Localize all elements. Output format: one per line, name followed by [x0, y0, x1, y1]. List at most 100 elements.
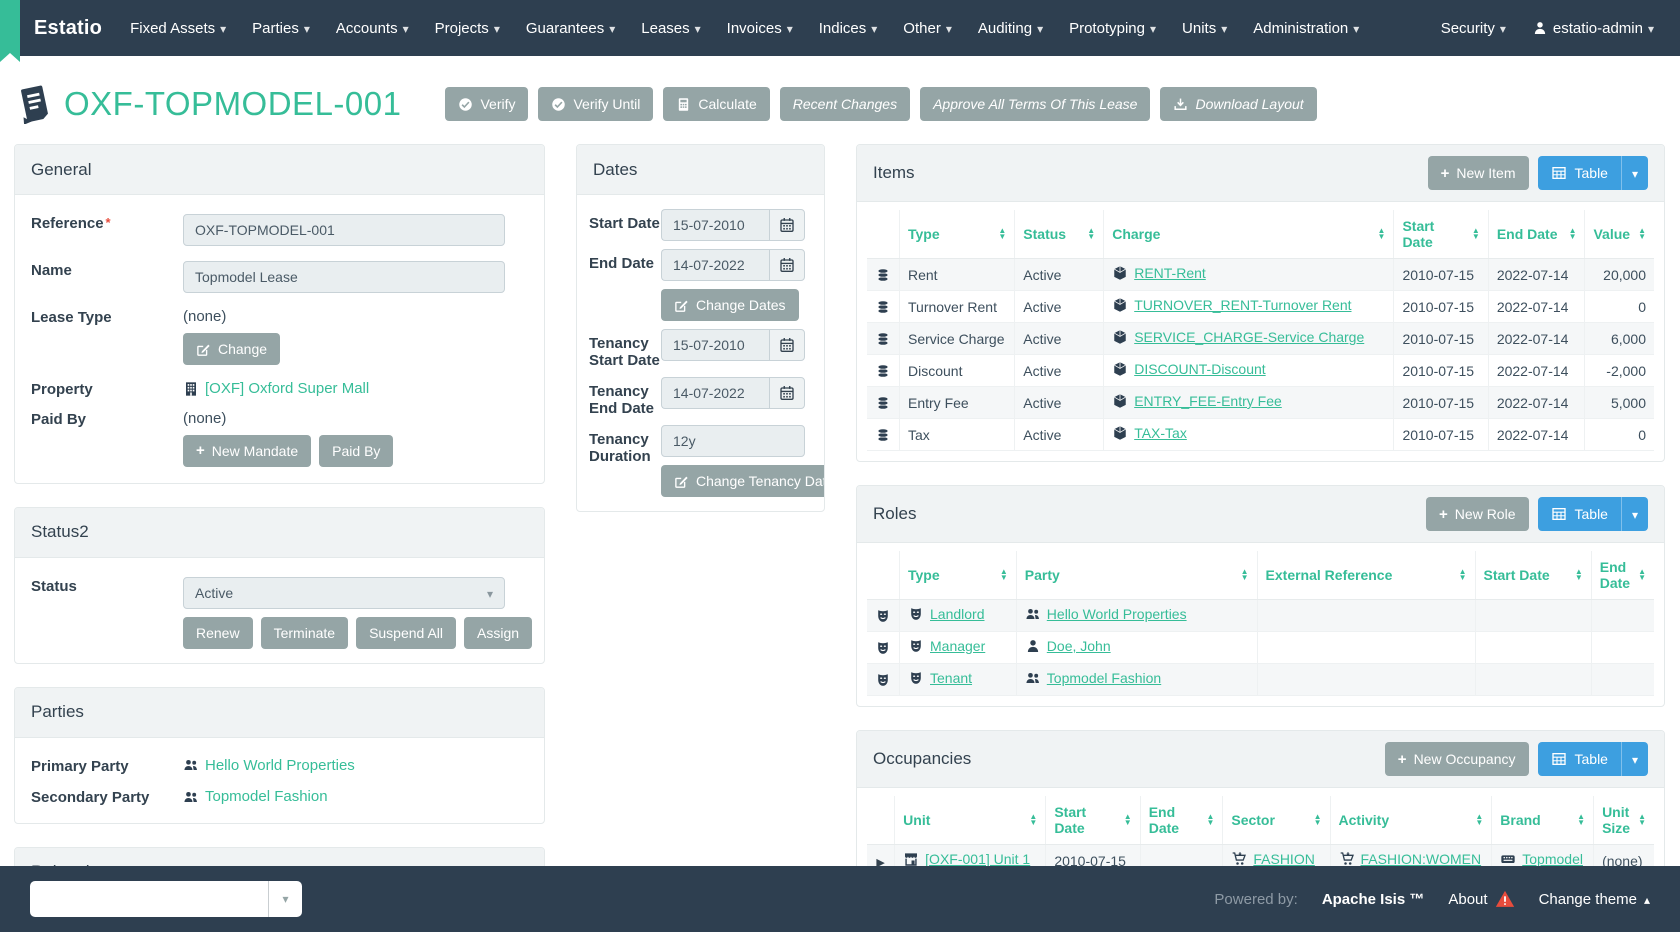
- sort-icon[interactable]: [1630, 228, 1646, 240]
- role-type-link[interactable]: Landlord: [908, 606, 985, 622]
- reference-field[interactable]: [183, 214, 505, 246]
- change-dates-button[interactable]: Change Dates: [661, 289, 799, 321]
- calculate-button[interactable]: Calculate: [663, 87, 769, 121]
- primary-party-link[interactable]: Hello World Properties: [183, 757, 355, 774]
- table-row: Discount Active DISCOUNT-Discount 2010-0…: [867, 355, 1654, 387]
- verify-until-button[interactable]: Verify Until: [538, 87, 653, 121]
- sort-icon[interactable]: [990, 228, 1006, 240]
- occupancies-table-view-button[interactable]: Table: [1538, 742, 1649, 776]
- table-row: Service Charge Active SERVICE_CHARGE-Ser…: [867, 323, 1654, 355]
- about-link[interactable]: About: [1448, 889, 1514, 909]
- nav-item-leases[interactable]: Leases: [641, 20, 700, 37]
- nav-item-prototyping[interactable]: Prototyping: [1069, 20, 1156, 37]
- role-party-link[interactable]: Doe, John: [1025, 638, 1111, 654]
- verify-button[interactable]: Verify: [445, 87, 528, 121]
- roles-table-view-button[interactable]: Table: [1538, 497, 1649, 531]
- tenancy-start-date-field[interactable]: [661, 329, 769, 361]
- role-type-link[interactable]: Tenant: [908, 670, 972, 686]
- nav-item-projects[interactable]: Projects: [435, 20, 500, 37]
- terminate-button[interactable]: Terminate: [261, 617, 348, 649]
- sort-icon[interactable]: [1021, 814, 1037, 826]
- sort-icon[interactable]: [992, 569, 1008, 581]
- nav-item-security[interactable]: Security: [1441, 20, 1506, 37]
- charge-link[interactable]: ENTRY_FEE-Entry Fee: [1112, 393, 1282, 409]
- table-row: Entry Fee Active ENTRY_FEE-Entry Fee 201…: [867, 387, 1654, 419]
- sort-icon[interactable]: [1451, 569, 1467, 581]
- nav-item-accounts[interactable]: Accounts: [336, 20, 409, 37]
- start-date-calendar-button[interactable]: [769, 209, 805, 241]
- new-item-button[interactable]: New Item: [1428, 156, 1529, 190]
- table-icon: [1551, 165, 1567, 181]
- charge-link[interactable]: SERVICE_CHARGE-Service Charge: [1112, 329, 1364, 345]
- tenancy-start-calendar-button[interactable]: [769, 329, 805, 361]
- sector-link[interactable]: FASHION: [1231, 851, 1314, 867]
- caret-down-icon: [1648, 20, 1654, 37]
- tenancy-end-calendar-button[interactable]: [769, 377, 805, 409]
- charge-link[interactable]: TAX-Tax: [1112, 425, 1187, 441]
- tenancy-end-date-field[interactable]: [661, 377, 769, 409]
- tenancy-duration-field[interactable]: [661, 425, 805, 457]
- sort-icon[interactable]: [1569, 814, 1585, 826]
- paid-by-value: (none): [183, 410, 528, 427]
- name-field[interactable]: [183, 261, 505, 293]
- change-tenancy-dates-button[interactable]: Change Tenancy Dates: [661, 465, 825, 497]
- change-theme-button[interactable]: Change theme: [1539, 891, 1650, 908]
- sort-icon[interactable]: [1467, 814, 1483, 826]
- nav-item-other[interactable]: Other: [903, 20, 952, 37]
- renew-button[interactable]: Renew: [183, 617, 253, 649]
- new-occupancy-button[interactable]: New Occupancy: [1385, 742, 1529, 776]
- nav-item-units[interactable]: Units: [1182, 20, 1227, 37]
- charge-link[interactable]: RENT-Rent: [1112, 265, 1206, 281]
- download-icon: [1173, 97, 1188, 112]
- assign-button[interactable]: Assign: [464, 617, 532, 649]
- sort-icon[interactable]: [1464, 228, 1480, 240]
- new-role-button[interactable]: New Role: [1426, 497, 1528, 531]
- brand-link[interactable]: Topmodel: [1500, 851, 1583, 867]
- approve-all-terms-button[interactable]: Approve All Terms Of This Lease: [920, 87, 1150, 121]
- user-menu[interactable]: estatio-admin: [1532, 20, 1654, 37]
- end-date-calendar-button[interactable]: [769, 249, 805, 281]
- status-select[interactable]: Active: [183, 577, 505, 609]
- sort-icon[interactable]: [1370, 228, 1386, 240]
- nav-item-auditing[interactable]: Auditing: [978, 20, 1043, 37]
- activity-link[interactable]: FASHION:WOMEN: [1339, 851, 1482, 867]
- footer-search-select[interactable]: [30, 881, 302, 917]
- change-lease-type-button[interactable]: Change: [183, 333, 280, 365]
- items-table-view-button[interactable]: Table: [1538, 156, 1649, 190]
- app-logo[interactable]: Estatio: [34, 17, 102, 40]
- charge-link[interactable]: TURNOVER_RENT-Turnover Rent: [1112, 297, 1351, 313]
- sort-icon[interactable]: [1079, 228, 1095, 240]
- sort-icon[interactable]: [1567, 569, 1583, 581]
- suspend-all-button[interactable]: Suspend All: [356, 617, 456, 649]
- role-type-link[interactable]: Manager: [908, 638, 985, 654]
- nav-item-invoices[interactable]: Invoices: [727, 20, 793, 37]
- sort-icon[interactable]: [1630, 569, 1646, 581]
- role-party-link[interactable]: Hello World Properties: [1025, 606, 1187, 622]
- start-date-field[interactable]: [661, 209, 769, 241]
- nav-item-administration[interactable]: Administration: [1253, 20, 1359, 37]
- nav-item-indices[interactable]: Indices: [819, 20, 878, 37]
- plus-icon: [1441, 165, 1450, 182]
- nav-item-guarantees[interactable]: Guarantees: [526, 20, 615, 37]
- secondary-party-link[interactable]: Topmodel Fashion: [183, 788, 328, 805]
- powered-by-label: Powered by:: [1214, 891, 1297, 908]
- sort-icon[interactable]: [1233, 569, 1249, 581]
- nav-item-fixed-assets[interactable]: Fixed Assets: [130, 20, 226, 37]
- download-layout-button[interactable]: Download Layout: [1160, 87, 1316, 121]
- new-mandate-button[interactable]: New Mandate: [183, 435, 311, 467]
- property-link[interactable]: [OXF] Oxford Super Mall: [183, 380, 369, 397]
- sort-icon[interactable]: [1306, 814, 1322, 826]
- unit-link[interactable]: [OXF-001] Unit 1: [903, 851, 1030, 867]
- charge-link[interactable]: DISCOUNT-Discount: [1112, 361, 1265, 377]
- users-icon: [1025, 670, 1041, 686]
- nav-item-parties[interactable]: Parties: [252, 20, 310, 37]
- apache-isis-link[interactable]: Apache Isis ™: [1322, 891, 1425, 908]
- sort-icon[interactable]: [1198, 814, 1214, 826]
- role-party-link[interactable]: Topmodel Fashion: [1025, 670, 1161, 686]
- sort-icon[interactable]: [1561, 228, 1577, 240]
- recent-changes-button[interactable]: Recent Changes: [780, 87, 910, 121]
- paid-by-button[interactable]: Paid By: [319, 435, 393, 467]
- sort-icon[interactable]: [1116, 814, 1132, 826]
- sort-icon[interactable]: [1630, 814, 1646, 826]
- end-date-field[interactable]: [661, 249, 769, 281]
